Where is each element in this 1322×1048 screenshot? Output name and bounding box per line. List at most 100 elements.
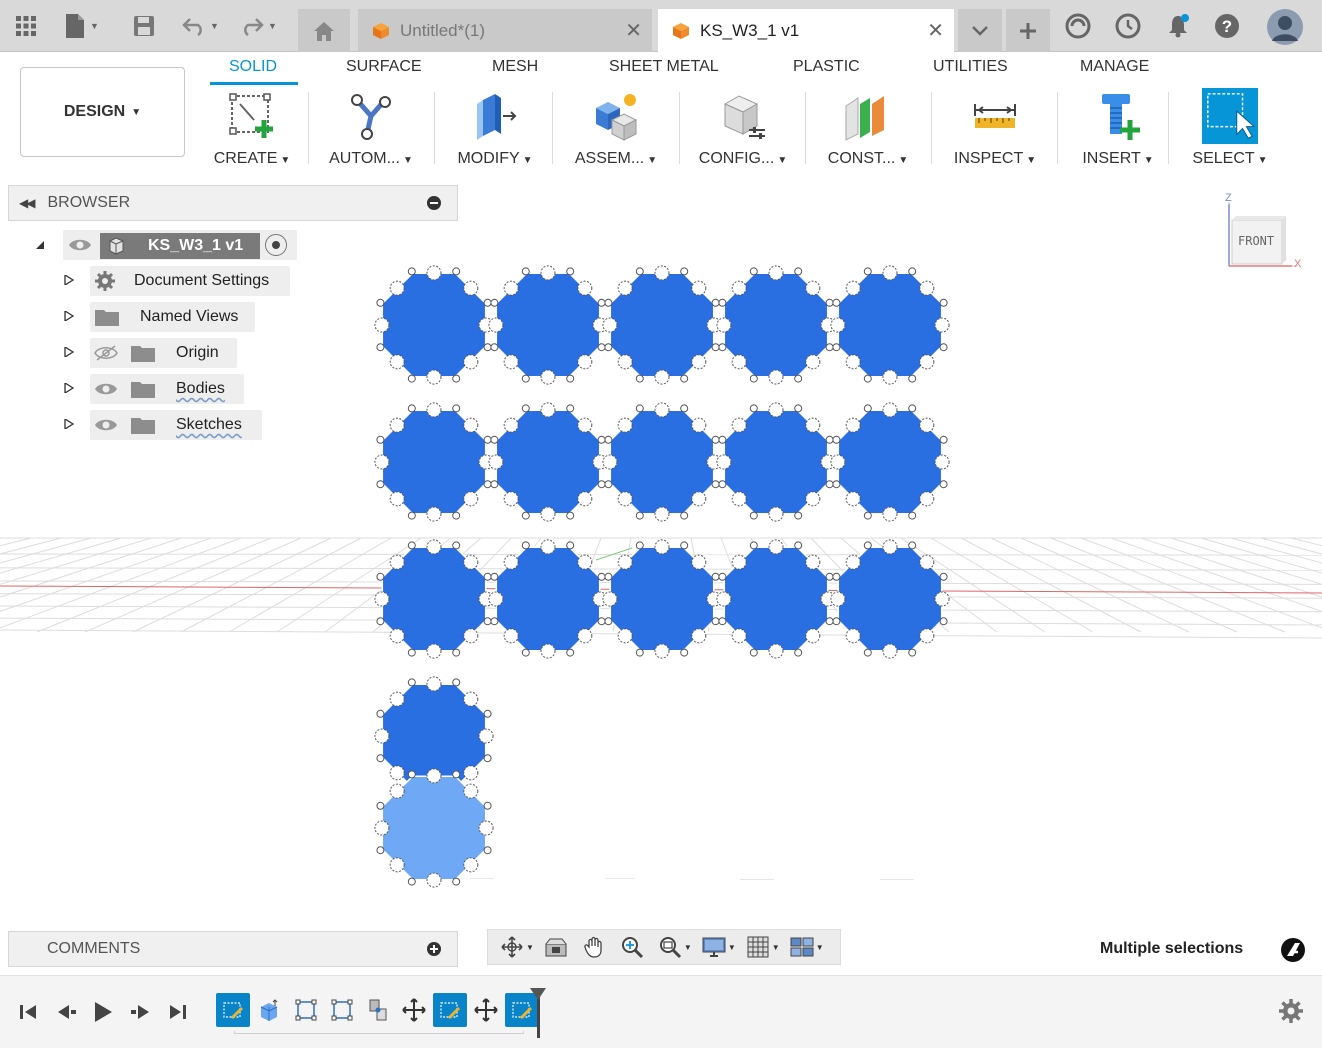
- octagon-body[interactable]: [602, 265, 722, 385]
- expand-down-icon[interactable]: [35, 240, 45, 250]
- expand-right-icon[interactable]: [64, 419, 74, 429]
- help-icon[interactable]: ?: [1213, 12, 1241, 40]
- timeline-joint-feature[interactable]: [361, 993, 395, 1027]
- skip-end-icon[interactable]: [166, 1000, 190, 1024]
- expand-right-icon[interactable]: [64, 311, 74, 321]
- octagon-bodies[interactable]: [374, 265, 950, 888]
- insert-group-button[interactable]: INSERT ▼: [1073, 88, 1163, 170]
- user-avatar-icon[interactable]: [1266, 8, 1304, 46]
- tab-untitled[interactable]: Untitled*(1) ✕: [358, 9, 652, 52]
- play-icon[interactable]: [91, 1000, 115, 1024]
- notifications-bell-icon[interactable]: [1164, 12, 1192, 40]
- octagon-body[interactable]: [374, 539, 494, 659]
- browser-panel-header[interactable]: ◀◀ BROWSER: [8, 185, 458, 221]
- redo-button[interactable]: ▼: [240, 10, 277, 42]
- collapse-panel-icon[interactable]: ◀◀: [19, 196, 36, 210]
- tree-item-origin[interactable]: Origin: [94, 339, 219, 367]
- viewports-icon[interactable]: [784, 932, 820, 962]
- display-settings-icon[interactable]: [696, 932, 732, 962]
- octagon-body[interactable]: [602, 402, 722, 522]
- octagon-body[interactable]: [716, 539, 836, 659]
- timeline-move-feature[interactable]: [397, 993, 431, 1027]
- expand-right-icon[interactable]: [64, 383, 74, 393]
- visibility-eye-icon[interactable]: [94, 381, 118, 397]
- create-group-button[interactable]: CREATE ▼: [207, 88, 297, 170]
- expand-right-icon[interactable]: [64, 347, 74, 357]
- viewcube[interactable]: FRONT Z X: [1218, 192, 1308, 278]
- octagon-body[interactable]: [716, 265, 836, 385]
- undo-button[interactable]: ▼: [182, 10, 219, 42]
- activate-radio-icon[interactable]: [265, 234, 287, 256]
- tab-plastic[interactable]: PLASTIC: [793, 58, 860, 76]
- octagon-body[interactable]: [830, 539, 950, 659]
- timeline-extrude-feature[interactable]: [252, 993, 286, 1027]
- select-group-button[interactable]: SELECT ▼: [1185, 88, 1275, 170]
- expand-right-icon[interactable]: [64, 275, 74, 285]
- timeline-sketch-feature[interactable]: [216, 993, 250, 1027]
- visibility-eye-icon[interactable]: [68, 237, 92, 253]
- timeline-marker[interactable]: [530, 988, 546, 1038]
- 3d-viewport[interactable]: ◀◀ BROWSER KS_W3_1 v1 Document Settings …: [0, 180, 1322, 975]
- zoom-icon[interactable]: [614, 932, 650, 962]
- tab-ks-w3-1[interactable]: KS_W3_1 v1 ✕: [658, 9, 954, 52]
- inspect-group-button[interactable]: INSPECT ▼: [950, 88, 1040, 170]
- timeline-move-feature[interactable]: [469, 993, 503, 1027]
- timeline-rect-pattern-feature[interactable]: [289, 993, 323, 1027]
- modify-group-button[interactable]: MODIFY ▼: [450, 88, 540, 170]
- octagon-body[interactable]: [716, 402, 836, 522]
- octagon-body[interactable]: [374, 402, 494, 522]
- tab-manage[interactable]: MANAGE: [1080, 58, 1149, 76]
- comments-panel-header[interactable]: COMMENTS: [8, 931, 458, 967]
- tab-sheet-metal[interactable]: SHEET METAL: [609, 58, 719, 76]
- tree-item-named-views[interactable]: Named Views: [94, 303, 238, 331]
- skip-start-icon[interactable]: [16, 1000, 40, 1024]
- octagon-body[interactable]: [830, 265, 950, 385]
- tree-item-sketches[interactable]: Sketches: [94, 411, 242, 439]
- tree-root-content[interactable]: [68, 231, 92, 259]
- tab-surface[interactable]: SURFACE: [346, 58, 422, 76]
- timeline-settings-gear-icon[interactable]: [1278, 998, 1304, 1024]
- assemble-group-button[interactable]: ASSEM... ▼: [570, 88, 662, 170]
- construct-group-button[interactable]: CONST... ▼: [822, 88, 914, 170]
- save-icon[interactable]: [132, 10, 156, 42]
- visibility-hidden-icon[interactable]: [94, 345, 118, 361]
- octagon-body[interactable]: [488, 265, 608, 385]
- viewport-scene[interactable]: [0, 180, 1322, 975]
- history-clock-icon[interactable]: [1114, 12, 1142, 40]
- apps-grid-icon[interactable]: [14, 10, 38, 42]
- timeline-rect-pattern-feature[interactable]: [325, 993, 359, 1027]
- tree-item-bodies[interactable]: Bodies: [94, 375, 225, 403]
- look-at-icon[interactable]: [538, 932, 574, 962]
- octagon-body[interactable]: [602, 539, 722, 659]
- tree-root-label-row[interactable]: KS_W3_1 v1: [106, 232, 243, 260]
- close-icon[interactable]: ✕: [927, 18, 944, 43]
- octagon-body[interactable]: [488, 402, 608, 522]
- minimize-panel-icon[interactable]: [427, 196, 441, 210]
- expand-panel-icon[interactable]: [427, 942, 441, 956]
- tab-utilities[interactable]: UTILITIES: [933, 58, 1008, 76]
- step-back-icon[interactable]: [54, 1000, 78, 1024]
- step-forward-icon[interactable]: [129, 1000, 153, 1024]
- file-menu-button[interactable]: ▼: [64, 10, 99, 42]
- extensions-icon[interactable]: [1064, 12, 1092, 40]
- orbit-icon[interactable]: [494, 932, 530, 962]
- octagon-body[interactable]: [830, 402, 950, 522]
- plus-icon[interactable]: [1006, 9, 1050, 52]
- workspace-switcher[interactable]: DESIGN ▼: [20, 67, 185, 157]
- tab-solid[interactable]: SOLID: [229, 58, 277, 76]
- tab-mesh[interactable]: MESH: [492, 58, 538, 76]
- octagon-body[interactable]: [374, 768, 494, 888]
- pan-icon[interactable]: [576, 932, 612, 962]
- timeline-sketch-feature[interactable]: [433, 993, 467, 1027]
- home-tab[interactable]: [298, 9, 350, 52]
- zoom-window-icon[interactable]: [652, 932, 688, 962]
- octagon-body[interactable]: [488, 539, 608, 659]
- visibility-eye-icon[interactable]: [94, 417, 118, 433]
- automate-group-button[interactable]: AUTOM... ▼: [325, 88, 417, 170]
- octagon-body[interactable]: [374, 265, 494, 385]
- close-icon[interactable]: ✕: [625, 18, 642, 43]
- chevron-down-icon[interactable]: [958, 9, 1002, 52]
- grid-settings-icon[interactable]: [740, 932, 776, 962]
- configure-group-button[interactable]: CONFIG... ▼: [697, 88, 789, 170]
- tree-item-document-settings[interactable]: Document Settings: [94, 267, 269, 295]
